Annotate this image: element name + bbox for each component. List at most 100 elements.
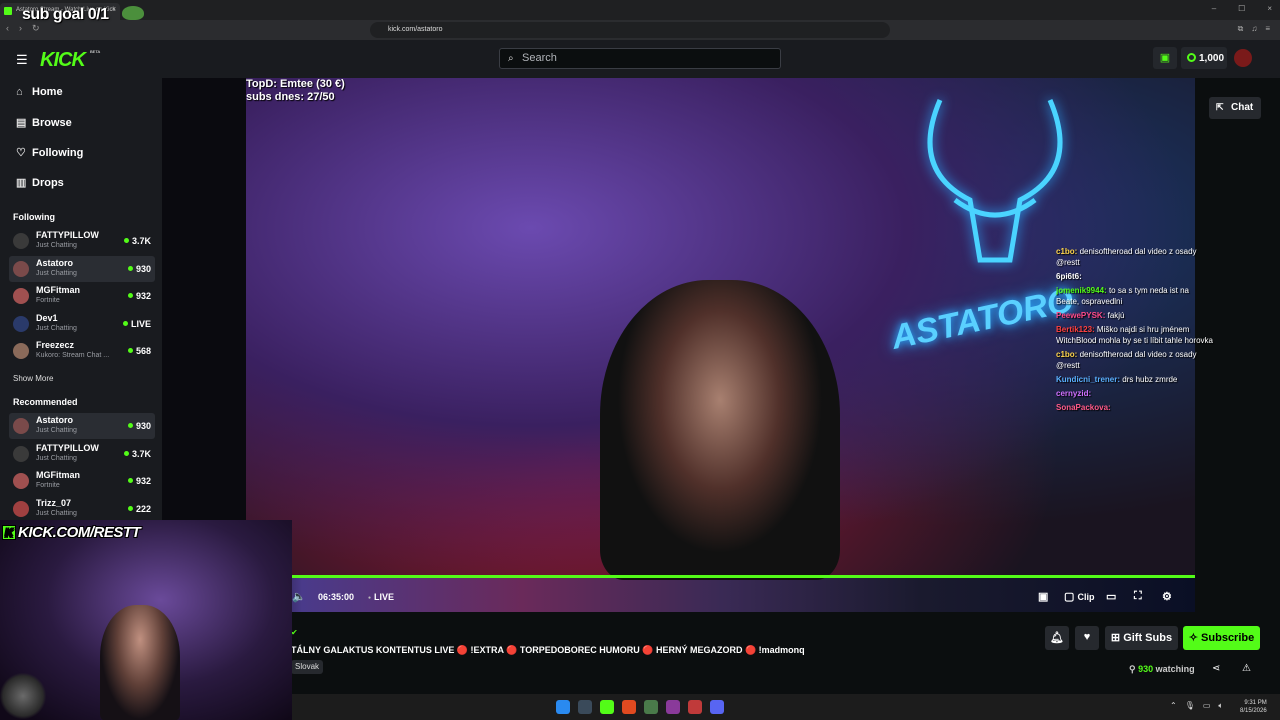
kick-k-icon: K [2,525,16,540]
channel-category: Fortnite [36,482,60,489]
settings-gear-icon[interactable]: ⚙ [1162,590,1172,603]
sidebar-nav-browse[interactable]: ▤ Browse [16,116,72,129]
points-value: 1,000 [1199,53,1225,64]
clip-button[interactable]: ▢ Clip [1064,590,1094,603]
kick-logo[interactable]: KICK [40,49,86,72]
discord-icon[interactable] [710,700,724,714]
channel-name: FATTYPILLOW [36,230,99,240]
beta-label: BETA [90,49,101,54]
address-bar[interactable]: kick.com/astatoro [370,22,890,38]
kick-store-icon[interactable]: ▣ [1153,47,1177,69]
app-icon-purple[interactable] [666,700,680,714]
sidebar-channel-trizz_07[interactable]: Trizz_07 Just Chatting 222 [9,496,155,522]
mic-icon[interactable]: 🎙︎ [1185,701,1195,711]
chat-username[interactable]: c1bo: [1056,350,1077,359]
miniplayer-icon[interactable]: ▣ [1038,590,1048,603]
sidebar-channel-mgfitman[interactable]: MGFitman Fortnite 932 [9,468,155,494]
channel-name: FATTYPILLOW [36,442,99,453]
chat-username[interactable]: Kundicni_trener: [1056,375,1120,384]
search-input[interactable]: ⌕ Search [499,48,781,69]
sidebar-channel-astatoro[interactable]: Astatoro Just Chatting 930 [9,255,155,282]
sidebar-channel-fattypillow[interactable]: FATTYPILLOW Just Chatting 3.7K [9,441,155,467]
subs-today: subs dnes: 27/50 [246,91,335,103]
taskbar-clock[interactable]: 9:31 PM 8/15/2026 [1240,699,1267,715]
fullscreen-icon[interactable]: ⛶ [1134,590,1142,603]
sidebar-channel-fattypillow[interactable]: FATTYPILLOW Just Chatting 3.7K [9,228,155,254]
follow-heart-icon[interactable]: ♥ [1075,626,1099,650]
chat-username[interactable]: c1bo: [1056,247,1077,256]
channel-name: Astatoro [36,257,74,268]
streamer-figure [600,280,840,580]
kick-app-icon[interactable] [600,700,614,714]
reload-icon[interactable]: ↻ [32,23,40,34]
chat-message: c1bo: denisoftheroad dal video z osady @… [1056,349,1214,371]
sidebar-nav-drops[interactable]: ▥ Drops [16,176,64,189]
sidebar-channel-dev1[interactable]: Dev1 Just Chatting LIVE [9,311,155,337]
theater-mode-icon[interactable]: ▭ [1106,590,1116,603]
chat-message: 6pi6t6: [1056,271,1214,282]
channel-avatar [13,500,29,517]
viewer-count: ⚲ 930 watching [1129,664,1195,674]
language-tag[interactable]: Slovak [291,660,324,674]
live-progress-bar[interactable] [292,575,1195,578]
chat-toggle-button[interactable]: ⇱ Chat [1209,97,1261,119]
recommended-heading: Recommended [13,397,78,407]
chat-message: Kundicni_trener: drs hubz zmrde [1056,374,1214,385]
taskbar-apps [556,700,724,714]
speaker-icon[interactable]: 🔈︎ [1218,701,1223,711]
sidebar-channel-freezecz[interactable]: Freezecz Kukoro: Stream Chat ... 568 [9,338,155,364]
chat-message: c1bo: denisoftheroad dal video z osady @… [1056,246,1214,268]
clip-icon: ▢ [1064,591,1078,603]
channel-viewers: LIVE [123,319,151,329]
tab-close-icon[interactable]: × [112,6,116,13]
channel-viewers: 3.7K [124,449,151,459]
channel-category: Just Chatting [36,454,77,462]
extensions-icon[interactable]: ⧉ [1238,24,1244,34]
back-icon[interactable]: ‹ [6,23,9,34]
channel-avatar [13,445,29,462]
minimize-icon[interactable]: – [1212,4,1216,13]
user-avatar[interactable] [1234,49,1252,67]
network-icon[interactable]: ▭ [1203,701,1211,711]
forward-icon[interactable]: › [19,23,22,34]
gift-subs-button[interactable]: ⊞ Gift Subs [1105,626,1178,650]
chat-username[interactable]: SonaPackova: [1056,403,1111,412]
chrome-app-icon[interactable] [644,700,658,714]
sidebar-nav-following[interactable]: ♡ Following [16,146,83,159]
sidebar-channel-astatoro[interactable]: Astatoro Just Chatting 930 [9,413,155,439]
notification-bell-icon[interactable]: 🔔︎ [1045,626,1069,650]
channel-name: Trizz_07 [36,497,72,508]
menu-icon[interactable]: ≡ [1265,24,1270,34]
hamburger-menu-icon[interactable]: ☰ [16,52,28,68]
chat-username[interactable]: PeewePYSK: [1056,311,1105,320]
channel-name: Freezecz [36,340,75,350]
chat-text: denisoftheroad dal video z osady @restt [1056,350,1197,370]
chat-username[interactable]: jomenik9944: [1056,286,1107,295]
show-more-link[interactable]: Show More [13,374,53,383]
channel-viewers: 932 [128,291,151,301]
sidebar-nav-home[interactable]: ⌂ Home [16,86,63,98]
sidebar-channel-mgfitman[interactable]: MGFitman Fortnite 932 [9,283,155,309]
points-button[interactable]: 1,000 [1181,47,1227,69]
report-icon[interactable]: ⚠ [1242,663,1251,674]
tray-chevron-icon[interactable]: ⌃ [1170,701,1177,711]
chat-username[interactable]: cernyzid: [1056,389,1091,398]
app-icon-red[interactable] [688,700,702,714]
task-view-icon[interactable] [578,700,592,714]
volume-icon[interactable]: 🔈 [292,590,306,603]
window-close-icon[interactable]: × [1267,4,1272,13]
browser-app-icon[interactable] [622,700,636,714]
share-icon[interactable]: ⋖ [1212,663,1220,674]
maximize-icon[interactable]: ☐ [1238,4,1245,13]
media-icon[interactable]: ♫ [1251,24,1257,34]
stream-title: TÁLNY GALAKTUS KONTENTUS LIVE 🔴 !EXTRA 🔴… [291,645,805,655]
channel-avatar [13,260,29,277]
chat-username[interactable]: Bertik123: [1056,325,1095,334]
neon-horns [927,99,1063,263]
channel-viewers: 930 [128,264,151,274]
subscribe-button[interactable]: ✧ Subscribe [1183,626,1260,650]
live-indicator[interactable]: LIVE [368,592,394,602]
start-icon[interactable] [556,700,570,714]
url-text: kick.com/astatoro [388,26,443,33]
chat-username[interactable]: 6pi6t6: [1056,272,1082,281]
